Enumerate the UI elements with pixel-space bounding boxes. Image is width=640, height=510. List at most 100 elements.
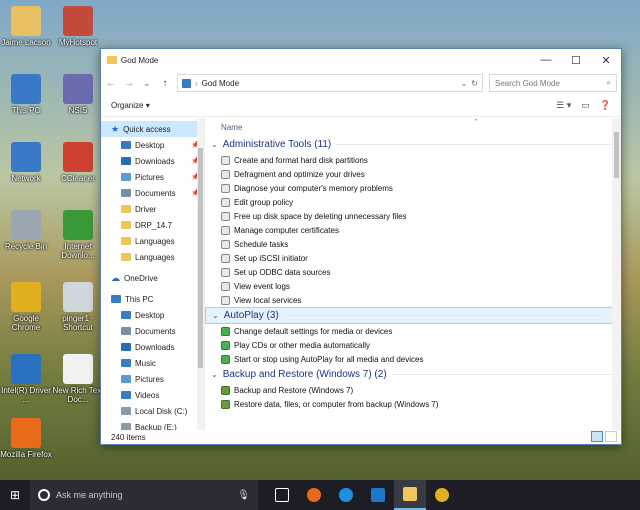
list-item[interactable]: Start or stop using AutoPlay for all med… bbox=[205, 352, 621, 366]
cortana-search-box[interactable]: Ask me anything 🎙 bbox=[30, 480, 258, 510]
list-item-label: Manage computer certificates bbox=[234, 225, 339, 235]
taskbar-app-4[interactable] bbox=[394, 480, 426, 510]
nav-item[interactable]: Documents 📌 bbox=[101, 185, 204, 201]
nav-item[interactable]: Languages bbox=[101, 249, 204, 265]
refresh-icon[interactable]: ↻ bbox=[471, 79, 478, 88]
desktop-icon-label: MyHotspot bbox=[58, 38, 98, 47]
search-box[interactable]: Search God Mode ⌕ bbox=[489, 74, 617, 92]
desktop-icon-2[interactable]: This PC bbox=[0, 74, 52, 115]
list-item[interactable]: Set up iSCSI initiator bbox=[205, 251, 621, 265]
address-dropdown-icon[interactable]: ⌄ bbox=[461, 79, 468, 88]
back-arrow-icon[interactable]: ← bbox=[105, 78, 117, 89]
desktop-icon-4[interactable]: Network bbox=[0, 142, 52, 183]
minimize-button[interactable]: — bbox=[531, 49, 561, 71]
group-header[interactable]: ⌄ Backup and Restore (Windows 7) (2) bbox=[205, 366, 621, 383]
nav-item[interactable]: Downloads bbox=[101, 339, 204, 355]
nav-item[interactable]: Downloads 📌 bbox=[101, 153, 204, 169]
desktop-icon-label: pinger1 - Shortcut bbox=[62, 314, 94, 332]
nav-onedrive[interactable]: ☁ OneDrive bbox=[101, 270, 204, 286]
address-text: God Mode bbox=[201, 78, 240, 88]
control-panel-item-icon bbox=[221, 253, 230, 263]
list-item[interactable]: Diagnose your computer's memory problems bbox=[205, 181, 621, 195]
downloads-icon bbox=[121, 157, 131, 165]
desktop-icon-6[interactable]: Recycle Bin bbox=[0, 210, 52, 251]
nav-item[interactable]: Desktop bbox=[101, 307, 204, 323]
chrome-icon bbox=[435, 488, 449, 502]
view-options-icon[interactable]: ☰ ▾ bbox=[556, 100, 571, 111]
close-button[interactable]: ✕ bbox=[591, 49, 621, 71]
nav-item[interactable]: Driver bbox=[101, 201, 204, 217]
list-item[interactable]: Play CDs or other media automatically bbox=[205, 338, 621, 352]
list-item[interactable]: Edit group policy bbox=[205, 195, 621, 209]
content-scrollbar[interactable] bbox=[612, 118, 621, 430]
list-item[interactable]: Create and format hard disk partitions bbox=[205, 153, 621, 167]
group-header[interactable]: ⌄ AutoPlay (3) bbox=[205, 307, 613, 324]
recent-chevron-down-icon[interactable]: ⌄ bbox=[141, 78, 153, 89]
start-button[interactable]: ⊞ bbox=[0, 480, 30, 510]
address-bar[interactable]: › God Mode ⌄ ↻ bbox=[177, 74, 483, 92]
desktop-icon-1[interactable]: MyHotspot bbox=[52, 6, 104, 47]
desktop-icon-11[interactable]: New Rich Text Doc... bbox=[52, 354, 104, 404]
group-header[interactable]: ⌄ Administrative Tools (11) bbox=[205, 136, 621, 153]
desktop-icon-label: This PC bbox=[11, 106, 41, 115]
nav-item[interactable]: Desktop 📌 bbox=[101, 137, 204, 153]
taskbar-app-5[interactable] bbox=[426, 480, 458, 510]
list-item[interactable]: Free up disk space by deleting unnecessa… bbox=[205, 209, 621, 223]
collapse-chevron-icon[interactable]: ⌄ bbox=[212, 311, 219, 320]
nav-scrollbar[interactable] bbox=[197, 118, 204, 430]
nav-item[interactable]: Pictures bbox=[101, 371, 204, 387]
nav-item[interactable]: Videos bbox=[101, 387, 204, 403]
collapse-chevron-icon[interactable]: ⌄ bbox=[211, 140, 218, 149]
taskbar-app-2[interactable] bbox=[330, 480, 362, 510]
desktop-icon-3[interactable]: NSIS bbox=[52, 74, 104, 115]
nav-item[interactable]: Music bbox=[101, 355, 204, 371]
list-item[interactable]: Backup and Restore (Windows 7) bbox=[205, 383, 621, 397]
list-item-label: Restore data, files, or computer from ba… bbox=[234, 399, 439, 409]
title-bar[interactable]: God Mode — ☐ ✕ bbox=[101, 49, 621, 71]
help-icon[interactable]: ❓ bbox=[600, 100, 611, 111]
desktop-icon-5[interactable]: CCleaner bbox=[52, 142, 104, 183]
organize-button[interactable]: Organize ▾ bbox=[111, 101, 546, 110]
desktop-icon-10[interactable]: Intel(R) Driver ... bbox=[0, 354, 52, 404]
collapse-chevron-icon[interactable]: ⌄ bbox=[211, 370, 218, 379]
taskbar: ⊞ Ask me anything 🎙 bbox=[0, 480, 640, 510]
nav-item[interactable]: DRP_14.7 bbox=[101, 217, 204, 233]
desktop-icon-7[interactable]: Internet Downlo... bbox=[52, 210, 104, 260]
list-item[interactable]: View event logs bbox=[205, 279, 621, 293]
folder-icon bbox=[121, 221, 131, 229]
list-item[interactable]: Set up ODBC data sources bbox=[205, 265, 621, 279]
list-item[interactable]: Manage computer certificates bbox=[205, 223, 621, 237]
desktop-icon-12[interactable]: Mozilla Firefox bbox=[0, 418, 52, 459]
nav-quick-access[interactable]: ★ Quick access bbox=[101, 121, 204, 137]
list-item[interactable]: Schedule tasks bbox=[205, 237, 621, 251]
nav-item[interactable]: Languages bbox=[101, 233, 204, 249]
list-item[interactable]: View local services bbox=[205, 293, 621, 307]
taskbar-app-3[interactable] bbox=[362, 480, 394, 510]
details-view-button[interactable] bbox=[591, 431, 603, 442]
desktop-icon-8[interactable]: Google Chrome bbox=[0, 282, 52, 332]
taskbar-app-0[interactable] bbox=[266, 480, 298, 510]
ie-icon bbox=[339, 488, 353, 502]
microphone-icon[interactable]: 🎙 bbox=[237, 490, 250, 501]
nav-item[interactable]: Pictures 📌 bbox=[101, 169, 204, 185]
list-item[interactable]: Restore data, files, or computer from ba… bbox=[205, 397, 621, 411]
nav-this-pc[interactable]: This PC bbox=[101, 291, 204, 307]
nav-item[interactable]: Documents bbox=[101, 323, 204, 339]
list-item[interactable]: Change default settings for media or dev… bbox=[205, 324, 621, 338]
preview-pane-icon[interactable]: ▭ bbox=[581, 100, 590, 111]
desktop-icon-0[interactable]: Jaime Lacson bbox=[0, 6, 52, 47]
maximize-button[interactable]: ☐ bbox=[561, 49, 591, 71]
taskbar-app-1[interactable] bbox=[298, 480, 330, 510]
desktop-icon-label: Network bbox=[11, 174, 41, 183]
desktop-icon-9[interactable]: pinger1 - Shortcut bbox=[52, 282, 104, 332]
up-arrow-icon[interactable]: ↑ bbox=[159, 78, 171, 89]
list-item-label: Set up iSCSI initiator bbox=[234, 253, 308, 263]
nav-item-label: Driver bbox=[135, 204, 157, 214]
list-item-label: Defragment and optimize your drives bbox=[234, 169, 365, 179]
large-icons-view-button[interactable] bbox=[605, 431, 617, 442]
nav-item[interactable]: Backup (E:) bbox=[101, 419, 204, 430]
column-header-name[interactable]: Name ⌃ bbox=[205, 118, 621, 136]
forward-arrow-icon[interactable]: → bbox=[123, 78, 135, 89]
list-item[interactable]: Defragment and optimize your drives bbox=[205, 167, 621, 181]
nav-item[interactable]: Local Disk (C:) bbox=[101, 403, 204, 419]
